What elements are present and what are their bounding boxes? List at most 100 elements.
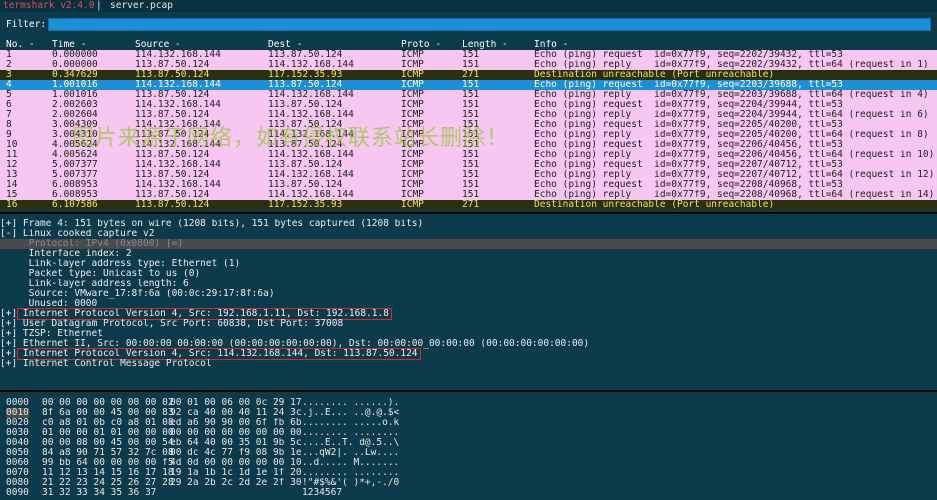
pane-divider-2[interactable]: [0, 390, 937, 392]
detail-tree-item[interactable]: Link-layer address length: 6: [0, 279, 937, 289]
packet-time: 6.008953: [52, 190, 98, 200]
packet-row[interactable]: 13 5.007377 113.87.50.124 114.132.168.144 IC…: [0, 170, 937, 180]
app-name: termshark v2.4.0: [3, 0, 95, 11]
column-proto[interactable]: Proto -: [401, 40, 441, 50]
packet-source: 113.87.50.124: [135, 90, 210, 100]
packet-row[interactable]: 6 2.002603 114.132.168.144 113.87.50.124 ICM…: [0, 100, 937, 110]
packet-row[interactable]: 7 2.002604 113.87.50.124 114.132.168.144 ICM…: [0, 110, 937, 120]
packet-row[interactable]: 9 3.004310 113.87.50.124 114.132.168.144 ICM…: [0, 130, 937, 140]
packet-no: 10: [6, 140, 18, 150]
hex-row[interactable]: 0040 00 00 08 00 45 00 00 54 eb 64 40 00 3…: [0, 438, 937, 448]
packet-dest: 113.87.50.124: [268, 180, 343, 190]
packet-row[interactable]: 15 6.008953 113.87.50.124 114.132.168.144 IC…: [0, 190, 937, 200]
hex-row[interactable]: 0090 31 32 33 34 35 36 37 1234567: [0, 488, 937, 498]
hex-row[interactable]: 0010 8f 6a 00 00 45 00 00 83 92 ca 40 00 4…: [0, 408, 937, 418]
packet-source: 113.87.50.124: [135, 130, 210, 140]
hex-ascii: ........ ........: [302, 428, 400, 438]
column-no[interactable]: No. -: [6, 40, 35, 50]
packet-no: 7: [6, 110, 12, 120]
packet-row[interactable]: 1 0.000000 114.132.168.144 113.87.50.124 ICM…: [0, 50, 937, 60]
packet-row[interactable]: 16 6.107586 113.87.50.124 117.152.35.93 ICMP…: [0, 200, 937, 210]
packet-row[interactable]: 5 1.001016 113.87.50.124 114.132.168.144 ICM…: [0, 90, 937, 100]
packet-no: 8: [6, 120, 12, 130]
column-length[interactable]: Length -: [462, 40, 508, 50]
packet-time: 0.000000: [52, 60, 98, 70]
packet-row[interactable]: 10 4.005624 114.132.168.144 113.87.50.124 IC…: [0, 140, 937, 150]
hex-bytes: 19 1a 1b 1c 1d 1e 1f 20: [170, 468, 302, 478]
detail-tree-item[interactable]: Packet type: Unicast to us (0): [0, 269, 937, 279]
detail-tree-item[interactable]: Source: VMware_17:8f:6a (00:0c:29:17:8f:…: [0, 289, 937, 299]
packet-no: 9: [6, 130, 12, 140]
packet-row[interactable]: 3 0.347629 113.87.50.124 117.152.35.93 ICMP 2…: [0, 70, 937, 80]
packet-info: Echo (ping) request id=0x77f9, seq=2205/…: [534, 120, 843, 130]
packet-length: 151: [462, 190, 480, 200]
packet-row[interactable]: 12 5.007377 114.132.168.144 113.87.50.124 IC…: [0, 160, 937, 170]
column-time[interactable]: Time -: [52, 40, 86, 50]
packet-row[interactable]: 2 0.000000 113.87.50.124 114.132.168.144 ICM…: [0, 60, 937, 70]
packet-row[interactable]: 14 6.008953 114.132.168.144 113.87.50.124 IC…: [0, 180, 937, 190]
hex-row[interactable]: 0030 01 00 00 01 01 00 00 00 00 00 00 00 0…: [0, 428, 937, 438]
packet-row[interactable]: 4 1.001016 114.132.168.144 113.87.50.124 ICM…: [0, 80, 937, 90]
packet-proto: ICMP: [401, 200, 424, 210]
packet-source: 113.87.50.124: [135, 190, 210, 200]
detail-tree-item[interactable]: [+] Frame 4: 151 bytes on wire (1208 bit…: [0, 219, 937, 229]
hex-offset: 0030: [6, 428, 29, 438]
packet-source: 114.132.168.144: [135, 100, 221, 110]
detail-tree-item[interactable]: Interface index: 2: [0, 249, 937, 259]
hex-row[interactable]: 0000 00 00 00 00 00 00 00 02 00 01 00 06 0…: [0, 398, 937, 408]
hex-row[interactable]: 0080 21 22 23 24 25 26 27 28 29 2a 2b 2c 2…: [0, 478, 937, 488]
hex-bytes: 4d 0d 00 00 00 00 00 10: [170, 458, 302, 468]
packet-proto: ICMP: [401, 150, 424, 160]
hex-bytes: 11 12 13 14 15 16 17 18: [42, 468, 174, 478]
packet-time: 0.000000: [52, 50, 98, 60]
hex-row[interactable]: 0070 11 12 13 14 15 16 17 18 19 1a 1b 1c 1…: [0, 468, 937, 478]
packet-time: 2.002604: [52, 110, 98, 120]
column-dest[interactable]: Dest -: [268, 40, 302, 50]
filter-input[interactable]: [48, 18, 931, 31]
packet-row[interactable]: 8 3.004309 114.132.168.144 113.87.50.124 ICM…: [0, 120, 937, 130]
packet-source: 114.132.168.144: [135, 160, 221, 170]
packet-proto: ICMP: [401, 80, 424, 90]
detail-tree-item[interactable]: [-] Linux cooked capture v2: [0, 229, 937, 239]
packet-info: Echo (ping) request id=0x77f9, seq=2207/…: [534, 160, 843, 170]
packet-dest: 114.132.168.144: [268, 90, 354, 100]
packet-length: 151: [462, 140, 480, 150]
packet-time: 5.007377: [52, 170, 98, 180]
packet-dest: 117.152.35.93: [268, 70, 343, 80]
column-info[interactable]: Info -: [534, 40, 568, 50]
packet-info: Echo (ping) reply id=0x77f9, seq=2208/40…: [534, 190, 935, 200]
packet-time: 3.004309: [52, 120, 98, 130]
packet-info: Echo (ping) reply id=0x77f9, seq=2204/39…: [534, 110, 929, 120]
packet-info: Echo (ping) request id=0x77f9, seq=2208/…: [534, 180, 843, 190]
packet-dest: 113.87.50.124: [268, 140, 343, 150]
packet-dest: 117.152.35.93: [268, 200, 343, 210]
packet-proto: ICMP: [401, 130, 424, 140]
hex-bytes: 99 bb 64 00 00 00 00 f5: [42, 458, 174, 468]
hex-row[interactable]: 0020 c0 a8 01 0b c0 a8 01 08 ed a6 90 90 0…: [0, 418, 937, 428]
packet-time: 6.107586: [52, 200, 98, 210]
packet-length: 151: [462, 160, 480, 170]
hex-offset: 0090: [6, 488, 29, 498]
packet-dest: 114.132.168.144: [268, 130, 354, 140]
packet-proto: ICMP: [401, 140, 424, 150]
column-source[interactable]: Source -: [135, 40, 181, 50]
detail-tree-item[interactable]: Protocol: IPv4 (0x0800) [=]: [0, 239, 937, 249]
hex-ascii: .j..E... ..@.@.$<: [302, 408, 400, 418]
detail-tree-item[interactable]: Link-layer address type: Ethernet (1): [0, 259, 937, 269]
packet-proto: ICMP: [401, 170, 424, 180]
packet-row[interactable]: 11 4.005624 113.87.50.124 114.132.168.144 IC…: [0, 150, 937, 160]
pane-divider[interactable]: [0, 212, 937, 214]
detail-tree-item[interactable]: [+] TZSP: Ethernet: [0, 329, 937, 339]
hex-row[interactable]: 0060 99 bb 64 00 00 00 00 f5 4d 0d 00 00 0…: [0, 458, 937, 468]
packet-dest: 114.132.168.144: [268, 110, 354, 120]
packet-info: Echo (ping) reply id=0x77f9, seq=2206/40…: [534, 150, 935, 160]
packet-dest: 113.87.50.124: [268, 120, 343, 130]
packet-info: Echo (ping) request id=0x77f9, seq=2202/…: [534, 50, 843, 60]
packet-source: 114.132.168.144: [135, 120, 221, 130]
packet-dest: 114.132.168.144: [268, 150, 354, 160]
hex-bytes: c0 a8 01 0b c0 a8 01 08: [42, 418, 174, 428]
hex-row[interactable]: 0050 84 a8 90 71 57 32 7c 08 00 dc 4c 77 f…: [0, 448, 937, 458]
detail-tree-item[interactable]: [+] Internet Control Message Protocol: [0, 359, 937, 369]
detail-tree-item[interactable]: [+] User Datagram Protocol, Src Port: 60…: [0, 319, 937, 329]
packet-time: 0.347629: [52, 70, 98, 80]
